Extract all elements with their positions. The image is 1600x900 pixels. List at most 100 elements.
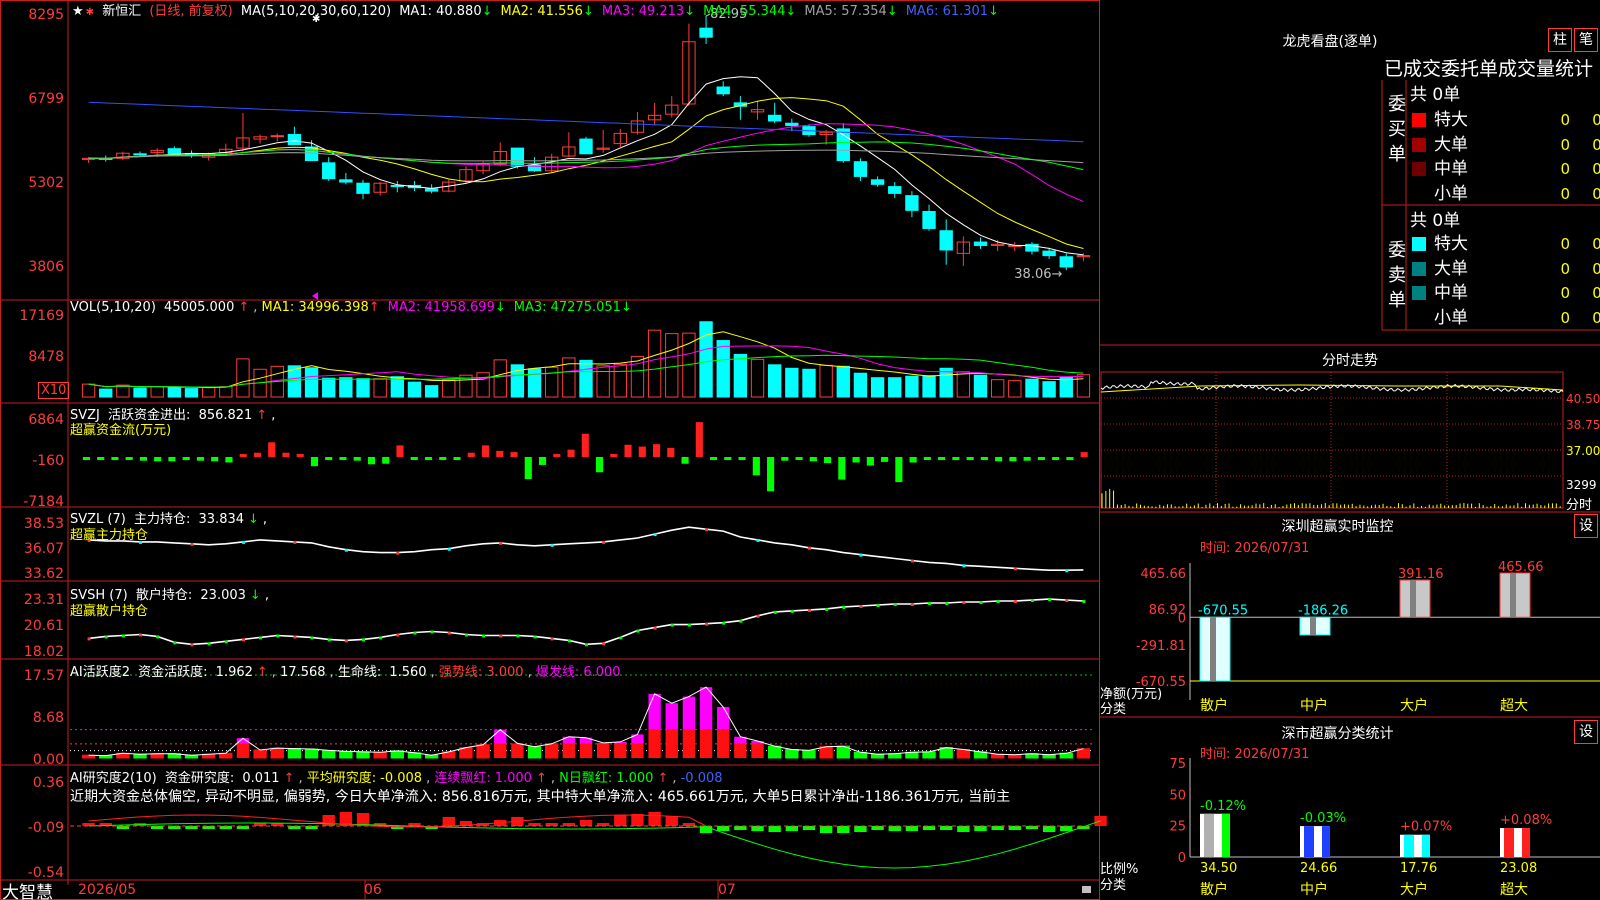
research-bar [751, 826, 763, 831]
fund-flow-bar [596, 457, 603, 472]
y-tick-label: 0.00 [0, 752, 64, 768]
stock-name[interactable]: 新恒汇 [102, 4, 141, 19]
candle [974, 242, 986, 245]
retail-line [89, 599, 1084, 644]
activity-bar [511, 744, 523, 758]
sz-bar-shade [1210, 617, 1216, 681]
line-marker [859, 554, 862, 557]
buy-count: 0 [1534, 111, 1570, 129]
y-tick-label: 8478 [0, 349, 64, 365]
volume-bar [837, 366, 849, 397]
sz-bar-shade [1310, 617, 1316, 635]
intraday-tick-1: 38.75 [1566, 418, 1600, 432]
y-tick-label: 17169 [0, 308, 64, 324]
class-bar-delta: -0.03% [1300, 811, 1346, 826]
ai1-header: AI活跃度2 资金活跃度: 1.962 ↑, 17.568, 生命线: 1.560… [70, 661, 625, 680]
fund-flow-bar [197, 457, 204, 461]
buy-total: 共 0单 [1410, 80, 1460, 105]
vol-ma-value-1: MA1: 34996.398↑ [262, 300, 384, 315]
volume-bar [1026, 379, 1038, 397]
candle [1043, 251, 1055, 256]
volume-bar [991, 380, 1003, 397]
y-tick-label: 8295 [0, 7, 64, 23]
period-label[interactable]: (日线, 前复权) [149, 4, 232, 19]
fund-flow-bar [624, 445, 631, 457]
buy-side-label: 委买单 [1388, 92, 1410, 167]
candle [168, 149, 180, 154]
fund-flow-bar [382, 457, 389, 464]
sz-settings-button[interactable]: 设 [1574, 514, 1598, 538]
vol-params[interactable]: VOL(5,10,20) [70, 300, 156, 315]
y-tick-label: -7184 [0, 494, 64, 510]
favorite-star-icon[interactable]: ★ [72, 4, 84, 19]
volume-bar [803, 369, 815, 397]
activity-bar [305, 749, 317, 758]
class-bar-edge [1422, 835, 1430, 857]
candle [786, 123, 798, 125]
bar-mode-button[interactable]: 柱 [1548, 28, 1572, 52]
vol-value: 45005.000 [164, 300, 234, 315]
volume-bar [100, 389, 112, 397]
volume-bar [391, 377, 403, 397]
fund-flow-bar [240, 454, 247, 457]
activity-bar [323, 750, 335, 758]
fund-flow-bar [297, 454, 304, 457]
intraday-title[interactable]: 分时走势 [1100, 350, 1600, 370]
line-marker [757, 615, 760, 618]
fund-flow-bar [368, 457, 375, 464]
line-marker [259, 636, 262, 639]
line-marker [156, 635, 159, 638]
activity-bar [666, 730, 678, 758]
sell-count: 0 [1534, 235, 1570, 253]
sell-pct: 0% [1570, 309, 1600, 327]
activity-bar [889, 754, 901, 758]
line-marker [448, 632, 451, 635]
line-marker [602, 642, 605, 645]
research-bar [889, 826, 901, 831]
ai1-title[interactable]: AI活跃度2 [70, 665, 130, 680]
tick-mode-button[interactable]: 笔 [1574, 28, 1598, 52]
line-marker [859, 605, 862, 608]
activity-bar [700, 730, 712, 758]
fund-flow-bar [824, 457, 831, 463]
legend-swatch [1412, 311, 1426, 325]
ai2-value: 0.011 [242, 771, 279, 786]
volume-bar [477, 373, 489, 397]
volume-bar [751, 359, 763, 397]
line-marker [396, 633, 399, 636]
ma-params[interactable]: MA(5,10,20,30,60,120) [241, 4, 391, 19]
volume-bar [443, 380, 455, 397]
sz-tick-label: -291.81 [1136, 639, 1186, 654]
volume-bar [82, 384, 94, 397]
class-bar-edge [1222, 814, 1230, 857]
ma-value-3: MA3: 49.213↓ [602, 4, 699, 19]
research-bar [991, 826, 1003, 830]
activity-bar [494, 744, 506, 758]
line-marker [654, 627, 657, 630]
volume-bar [786, 368, 798, 397]
activity-bar [528, 747, 540, 758]
y-tick-label: 33.62 [0, 566, 64, 582]
sell-label: 特大 [1434, 229, 1534, 254]
candle [425, 189, 437, 191]
line-marker [105, 635, 108, 638]
ai2-title[interactable]: AI研究度2(10) [70, 771, 157, 786]
line-marker [328, 638, 331, 641]
line-marker [688, 624, 691, 627]
fund-flow-bar [211, 457, 218, 461]
volume-bar [820, 365, 832, 397]
fund-flow-bar [696, 422, 703, 457]
research-bar [837, 826, 849, 833]
legend-swatch [1412, 138, 1426, 152]
sz-category-label: 中户 [1300, 697, 1328, 714]
class-settings-button[interactable]: 设 [1574, 720, 1598, 744]
research-bar [717, 826, 729, 831]
chart-canvas[interactable]: 82.9538.06→✱465.6686.920-291.81-670.55-6… [0, 0, 1600, 900]
research-bar [957, 826, 969, 832]
line-marker [276, 634, 279, 637]
svzj-value: 856.821 [199, 408, 253, 423]
activity-bar [923, 752, 935, 758]
vol-unit-button[interactable]: X10 [38, 382, 69, 399]
line-marker [345, 549, 348, 552]
fund-flow-bar [183, 457, 190, 460]
